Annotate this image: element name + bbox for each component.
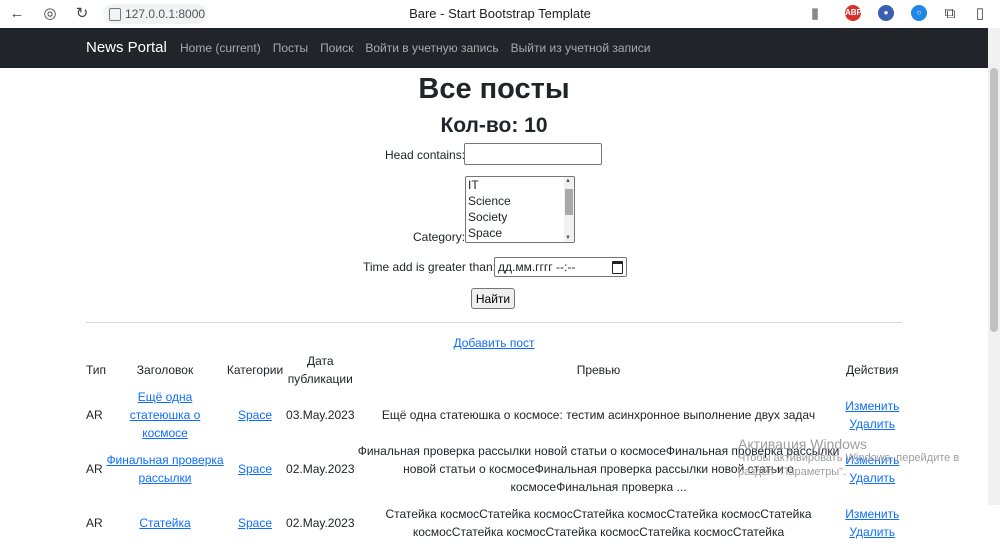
add-post-wrapper: Добавить пост (0, 336, 988, 350)
extension-icon[interactable]: ● (878, 5, 894, 21)
watermark-title: Активация Windows (738, 436, 868, 452)
post-title-link[interactable]: Финальная проверка рассылки (106, 453, 223, 485)
header-categories: Категории (226, 363, 284, 377)
nav-posts[interactable]: Посты (273, 28, 308, 68)
post-category-link[interactable]: Space (238, 462, 272, 476)
page-scrollbar[interactable] (988, 28, 1000, 505)
header-type: Тип (86, 363, 107, 377)
post-title-link[interactable]: Ещё одна статеюшка о космосе (130, 390, 201, 440)
table-header-row: Тип Заголовок Категории Дата публикации … (86, 352, 902, 388)
add-post-link[interactable]: Добавить пост (453, 336, 534, 350)
category-option[interactable]: Science (466, 193, 574, 209)
post-title-link[interactable]: Статейка (139, 516, 190, 530)
watermark-text: раздел "Параметры". (738, 466, 847, 478)
address-bar[interactable]: 127.0.0.1:8000 (103, 4, 207, 24)
edit-post-link[interactable]: Изменить (845, 399, 899, 413)
header-date: Дата публикации (287, 354, 353, 386)
post-preview: Ещё одна статеюшка о космосе: тестим аси… (381, 408, 816, 422)
post-type: AR (86, 408, 103, 422)
edit-post-link[interactable]: Изменить (845, 507, 899, 521)
post-preview: Статейка космосСтатейка космосСтатейка к… (385, 507, 812, 539)
navbar-links: Home (current) Посты Поиск Войти в учетн… (180, 28, 650, 68)
category-option[interactable]: Society (466, 209, 574, 225)
time-add-placeholder: дд.мм.гггг --:-- (498, 260, 576, 274)
page-scrollbar-thumb[interactable] (990, 68, 998, 332)
calendar-icon[interactable] (612, 261, 623, 274)
category-option[interactable]: Space (466, 225, 574, 241)
page-title: Все посты (418, 73, 570, 105)
post-date: 02.May.2023 (286, 462, 355, 476)
post-category-link[interactable]: Space (238, 408, 272, 422)
tab-title: Bare - Start Bootstrap Template (409, 6, 591, 21)
windows-activation-watermark: Активация Windows Чтобы активировать Win… (738, 437, 959, 479)
extensions-puzzle-icon[interactable]: ⧉ (940, 4, 960, 24)
post-date: 02.May.2023 (286, 516, 355, 530)
header-preview: Превью (576, 363, 621, 377)
header-actions: Действия (845, 363, 899, 377)
shield-icon[interactable]: ◎ (40, 4, 60, 24)
watermark-text: Чтобы активировать Windows, перейдите в (738, 452, 960, 464)
post-category-link[interactable]: Space (238, 516, 272, 530)
header-title: Заголовок (136, 363, 194, 377)
delete-post-link[interactable]: Удалить (849, 417, 895, 431)
scroll-down-icon[interactable]: ▼ (565, 235, 571, 241)
reload-icon[interactable]: ↻ (72, 4, 92, 24)
time-add-input[interactable]: дд.мм.гггг --:-- (494, 257, 627, 277)
table-row: AR Статейка Space 02.May.2023 Статейка к… (86, 496, 902, 550)
profile-icon[interactable]: ▯ (970, 4, 990, 24)
nav-login[interactable]: Войти в учетную запись (365, 28, 498, 68)
scroll-up-icon[interactable]: ▲ (565, 178, 571, 184)
post-date: 03.May.2023 (286, 408, 355, 422)
nav-logout[interactable]: Выйти из учетной записи (511, 28, 651, 68)
navbar: News Portal Home (current) Посты Поиск В… (0, 28, 998, 68)
category-select-scrollbar[interactable]: ▲ ▼ (564, 177, 574, 242)
post-type: AR (86, 516, 103, 530)
site-info-icon[interactable] (109, 8, 121, 21)
table-row: AR Ещё одна статеюшка о космосе Space 03… (86, 388, 902, 442)
category-select-scroll-thumb[interactable] (565, 189, 573, 215)
search-button[interactable]: Найти (471, 288, 515, 309)
post-count: Кол-во: 10 (440, 114, 548, 137)
post-type: AR (86, 462, 103, 476)
adblock-extension-icon[interactable]: ABP (845, 5, 862, 21)
delete-post-link[interactable]: Удалить (849, 525, 895, 539)
category-select[interactable]: IT Science Society Space ▲ ▼ (465, 176, 575, 243)
back-arrow-icon[interactable]: ← (7, 4, 27, 24)
time-add-label: Time add is greater than: (363, 260, 496, 274)
bookmark-icon[interactable]: ▮ (805, 4, 825, 24)
navbar-brand[interactable]: News Portal (86, 28, 167, 68)
divider (86, 322, 902, 323)
category-option[interactable]: IT (466, 177, 574, 193)
extension-icon[interactable]: ○ (911, 5, 927, 21)
nav-home[interactable]: Home (current) (180, 28, 261, 68)
head-contains-label: Head contains: (385, 148, 466, 162)
browser-toolbar: ← ◎ ↻ 127.0.0.1:8000 Bare - Start Bootst… (0, 0, 1000, 29)
address-text: 127.0.0.1:8000 (125, 7, 206, 21)
nav-search[interactable]: Поиск (320, 28, 353, 68)
head-contains-input[interactable] (464, 143, 602, 165)
category-label: Category: (413, 230, 466, 244)
